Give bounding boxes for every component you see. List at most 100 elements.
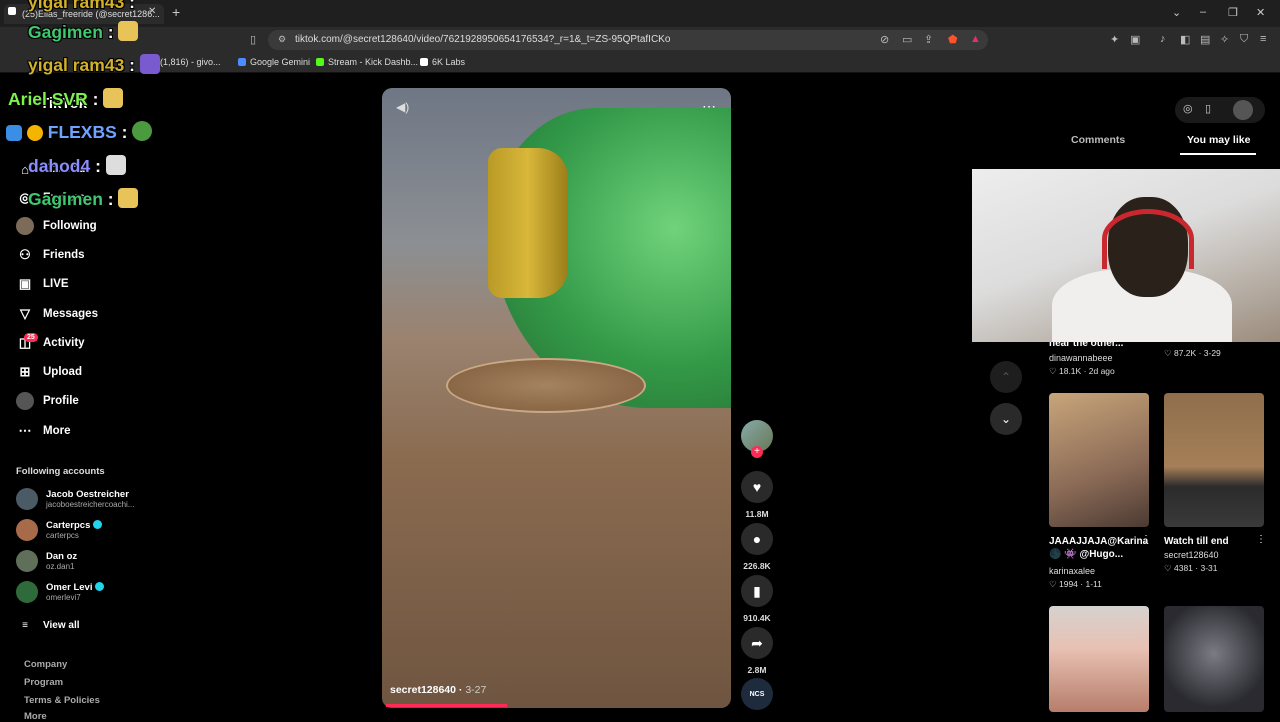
follow-plus-icon[interactable]: + xyxy=(751,446,763,458)
tab-search-icon[interactable]: ⌄ xyxy=(1172,6,1181,19)
rewards-icon[interactable]: ▲ xyxy=(970,33,981,45)
cast-icon[interactable]: ▭ xyxy=(902,33,912,46)
phone-icon[interactable]: ▯ xyxy=(1205,102,1211,115)
gemini-icon xyxy=(238,58,246,66)
menu-icon[interactable]: ≡ xyxy=(1260,33,1266,45)
more-icon: ⋯ xyxy=(18,423,32,438)
extensions-icon[interactable]: ✦ xyxy=(1110,33,1119,46)
list-icon: ≡ xyxy=(22,619,28,631)
emote-hands-icon xyxy=(118,188,139,208)
card-more-icon[interactable]: ⋮ xyxy=(1256,534,1266,545)
card-meta: ♡ 87.2K · 3-29 xyxy=(1164,348,1221,358)
emote-hands-icon xyxy=(118,21,139,41)
kick-icon xyxy=(316,58,324,66)
sidebar-toggle-icon[interactable]: ◧ xyxy=(1180,33,1190,46)
video-thumbnail[interactable] xyxy=(1164,606,1264,712)
comment-button[interactable]: ● 226.8K xyxy=(741,523,773,571)
close-window-icon[interactable]: ✕ xyxy=(1256,6,1265,19)
footer-link-company[interactable]: Company xyxy=(24,659,67,670)
avatar xyxy=(16,519,38,541)
mute-icon[interactable]: ◀) xyxy=(396,100,409,114)
tracking-off-icon[interactable]: ⊘ xyxy=(880,33,889,46)
music-icon[interactable]: ♪ xyxy=(1160,33,1166,45)
brave-shield-icon[interactable]: ⬟ xyxy=(948,33,958,46)
badge-icon xyxy=(6,125,22,141)
sidebar-item-upload[interactable]: ⊞ Upload xyxy=(16,363,82,381)
video-player[interactable] xyxy=(382,88,731,708)
emote-hands-icon xyxy=(103,88,124,108)
card-meta: ♡ 4381 · 3-31 xyxy=(1164,563,1218,573)
music-disc-button[interactable]: NCS xyxy=(741,678,773,710)
chat-message: dahod4 : xyxy=(28,155,126,177)
next-video-button[interactable]: ⌄ xyxy=(990,403,1022,435)
bookmark-item[interactable]: Google Gemini xyxy=(238,57,310,67)
bookmark-page-icon[interactable]: ▯ xyxy=(250,33,256,46)
share-icon[interactable]: ⇪ xyxy=(924,33,933,46)
card-title[interactable]: JAAAJJAJA@Karina🌑 👾 @Hugo... xyxy=(1049,535,1154,561)
video-more-icon[interactable]: ⋯ xyxy=(702,98,716,115)
like-button[interactable]: ♥ 11.8M xyxy=(741,471,773,519)
following-account[interactable]: Carterpcs carterpcs xyxy=(16,519,103,541)
emote-icon xyxy=(139,54,160,74)
view-all-link[interactable]: ≡ View all xyxy=(16,616,79,634)
tab-comments[interactable]: Comments xyxy=(1071,134,1125,146)
sidebar-item-more[interactable]: ⋯ More xyxy=(16,422,71,440)
previous-video-button[interactable]: ⌃ xyxy=(990,361,1022,393)
card-meta: ♡ 18.1K · 2d ago xyxy=(1049,366,1115,376)
footer-link-terms[interactable]: Terms & Policies xyxy=(24,695,100,706)
sidebar-item-live[interactable]: ▣ LIVE xyxy=(16,275,69,293)
bookmark-item[interactable]: (1,816) - givo... xyxy=(160,57,221,67)
share-button[interactable]: ➦ 2.8M xyxy=(741,627,773,675)
heart-icon: ♥ xyxy=(741,471,773,503)
footer-link-program[interactable]: Program xyxy=(24,677,63,688)
maximize-icon[interactable]: ❐ xyxy=(1228,6,1238,19)
upload-icon: ⊞ xyxy=(19,364,31,379)
chat-message: Gagimen : xyxy=(28,21,139,43)
sidebar-item-following[interactable]: Following xyxy=(16,217,97,235)
card-author[interactable]: dinawannabeee xyxy=(1049,353,1113,363)
following-account[interactable]: Dan oz oz.dan1 xyxy=(16,550,77,572)
labs-icon xyxy=(420,58,428,66)
vpn-icon[interactable]: ⛉ xyxy=(1240,33,1248,46)
site-info-icon[interactable]: ⚙ xyxy=(278,34,286,45)
avatar xyxy=(16,488,38,510)
card-more-icon[interactable]: ⋮ xyxy=(1141,534,1151,545)
video-thumbnail[interactable] xyxy=(1049,606,1149,712)
music-disc-icon: NCS xyxy=(741,678,773,710)
video-progress-bar[interactable] xyxy=(386,704,507,707)
following-account[interactable]: Jacob Oestreicher jacoboestreichercoachi.… xyxy=(16,488,135,510)
following-avatar-icon xyxy=(16,217,34,235)
user-avatar[interactable] xyxy=(1233,100,1253,120)
activity-badge: 25 xyxy=(24,333,38,342)
new-tab-icon[interactable]: + xyxy=(172,4,180,20)
chat-message: yigal ram43 : xyxy=(28,0,136,12)
compass-icon[interactable]: ◎ xyxy=(1183,102,1193,115)
reader-icon[interactable]: ▣ xyxy=(1130,33,1140,46)
tiktok-favicon-icon xyxy=(8,7,16,15)
tab-you-may-like[interactable]: You may like xyxy=(1187,134,1250,146)
video-thumbnail[interactable] xyxy=(1049,393,1149,527)
verified-icon xyxy=(93,520,103,529)
minimize-icon[interactable]: – xyxy=(1200,6,1206,18)
bookmark-item[interactable]: Stream - Kick Dashb... xyxy=(316,57,418,67)
video-author[interactable]: secret128640 · 3-27 xyxy=(390,684,486,696)
following-account[interactable]: Omer Levi omerlevi7 xyxy=(16,581,105,603)
sidebar-item-friends[interactable]: ⚇ Friends xyxy=(16,246,84,264)
leo-ai-icon[interactable]: ✧ xyxy=(1220,33,1229,46)
footer-link-more[interactable]: More xyxy=(24,711,47,722)
sidebar-item-profile[interactable]: Profile xyxy=(16,392,79,410)
card-author[interactable]: karinaxalee xyxy=(1049,566,1095,576)
browser-tab-bar xyxy=(0,0,1280,27)
webcam-overlay xyxy=(972,169,1280,342)
wallet-icon[interactable]: ▤ xyxy=(1200,33,1210,46)
tab-close-icon[interactable]: ✕ xyxy=(148,6,156,17)
avatar xyxy=(16,581,38,603)
video-thumbnail[interactable] xyxy=(1164,393,1264,527)
video-frame-cap xyxy=(488,148,568,298)
friends-icon: ⚇ xyxy=(19,247,31,262)
save-button[interactable]: ▮ 910.4K xyxy=(741,575,773,623)
card-title[interactable]: Watch till end xyxy=(1164,535,1269,548)
bookmark-item[interactable]: 6K Labs xyxy=(420,57,465,67)
card-author[interactable]: secret128640 xyxy=(1164,550,1219,560)
sidebar-item-messages[interactable]: ▽ Messages xyxy=(16,305,98,323)
